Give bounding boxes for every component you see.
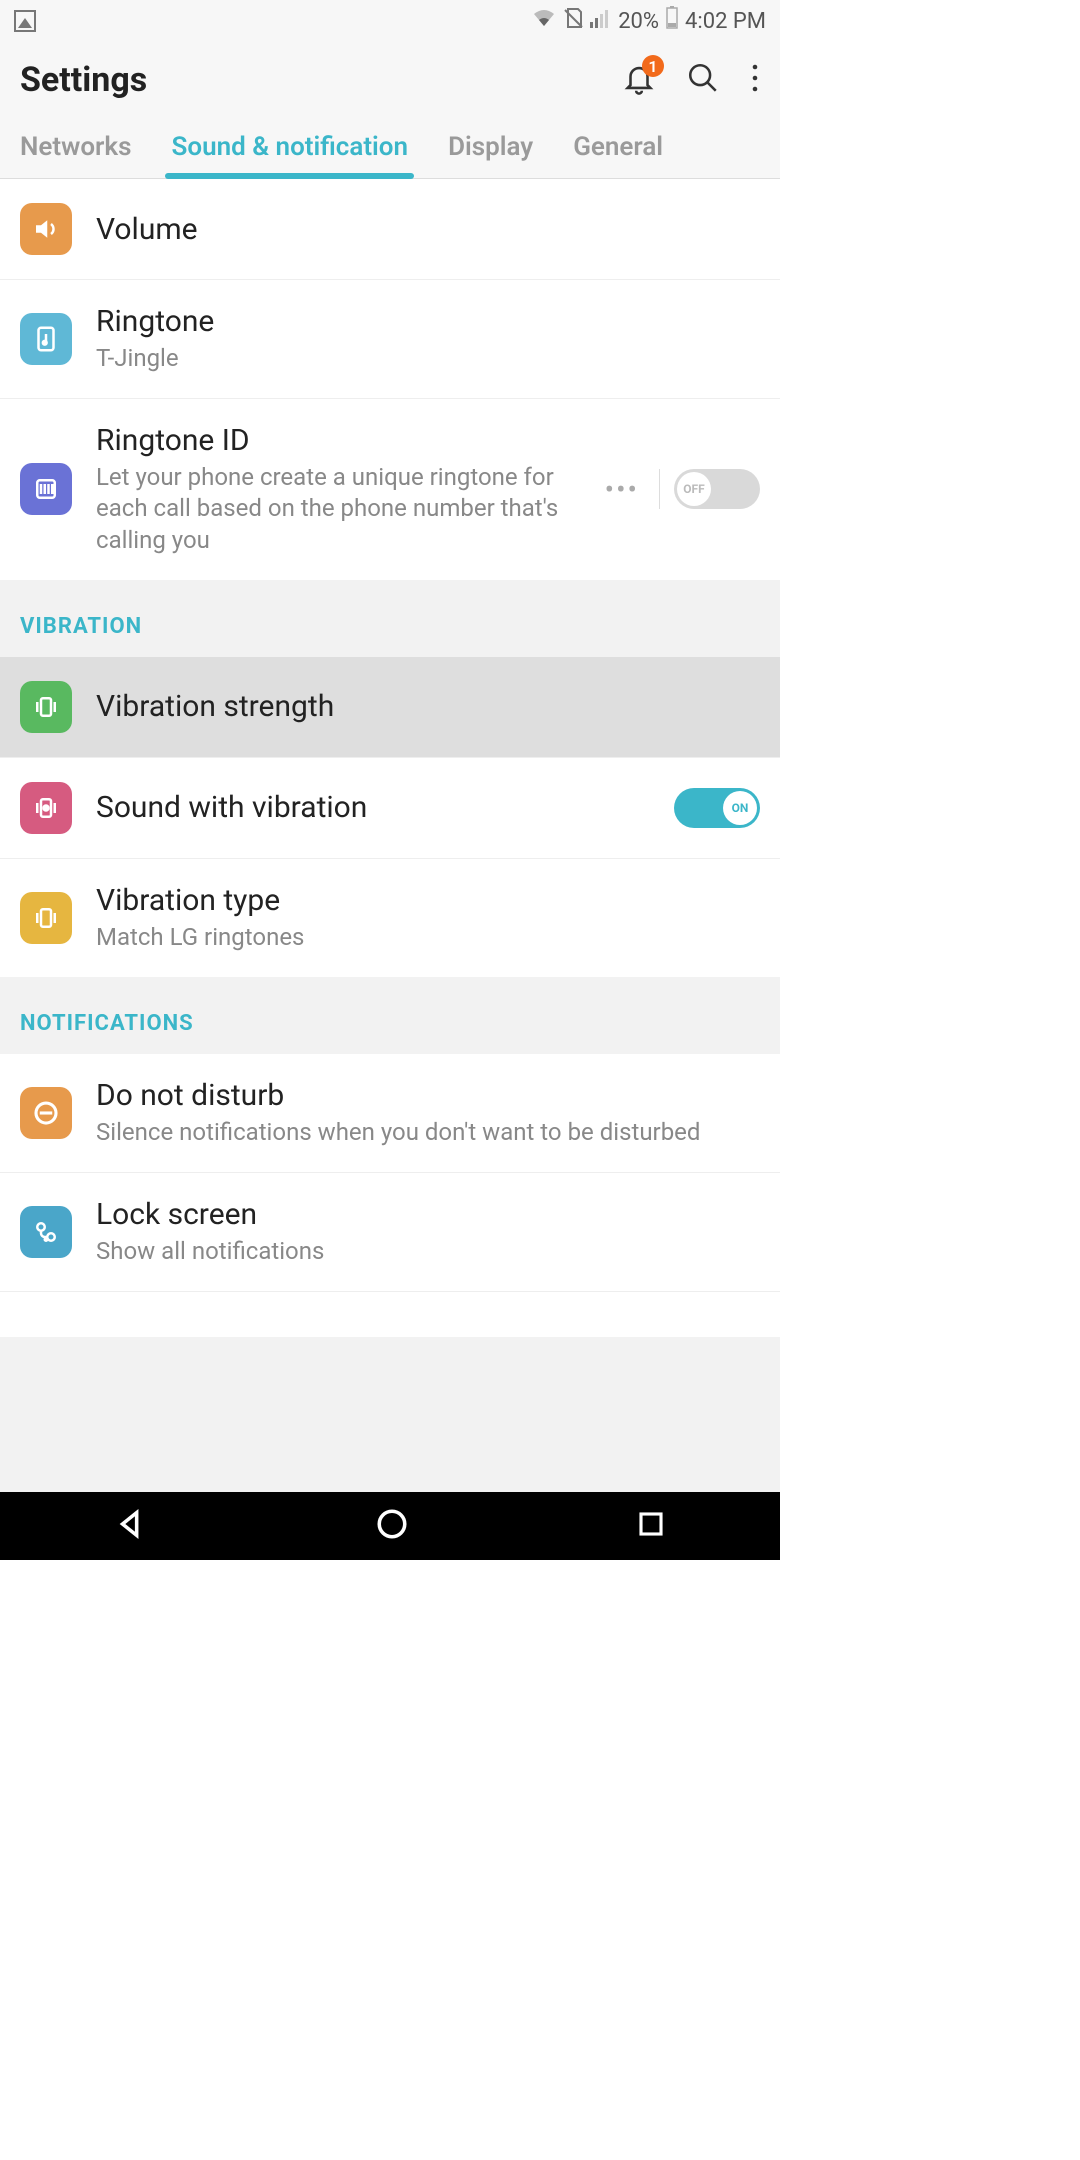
toggle-label: ON: [723, 791, 757, 825]
row-title: Lock screen: [96, 1197, 760, 1232]
signal-icon: [590, 8, 612, 34]
row-sound-with-vibration[interactable]: Sound with vibration ON: [0, 757, 780, 858]
row-title: Ringtone: [96, 304, 760, 339]
page-title: Settings: [20, 60, 147, 100]
battery-percent: 20%: [618, 9, 659, 34]
lock-screen-icon: [20, 1206, 72, 1258]
nav-recent-button[interactable]: [636, 1509, 666, 1543]
app-bar: Settings 1: [0, 42, 780, 108]
tab-general[interactable]: General: [553, 122, 683, 178]
do-not-disturb-icon: [20, 1087, 72, 1139]
settings-list[interactable]: Volume Ringtone T-Jingle Ringtone ID: [0, 179, 780, 1492]
tab-networks[interactable]: Networks: [0, 122, 151, 178]
battery-icon: [665, 6, 679, 36]
tabs: Networks Sound & notification Display Ge…: [0, 108, 780, 179]
clock: 4:02 PM: [685, 9, 766, 34]
tab-display[interactable]: Display: [428, 122, 553, 178]
row-apps[interactable]: Apps: [0, 1291, 780, 1337]
row-subtitle: T-Jingle: [96, 343, 760, 374]
row-title: Vibration type: [96, 883, 760, 918]
row-ringtone[interactable]: Ringtone T-Jingle: [0, 279, 780, 398]
tab-sound-notification[interactable]: Sound & notification: [151, 122, 428, 178]
row-title: Vibration strength: [96, 689, 760, 724]
row-vibration-strength[interactable]: Vibration strength: [0, 657, 780, 757]
section-header-vibration: Vibration: [0, 580, 780, 657]
volume-icon: [20, 203, 72, 255]
vibration-type-icon: [20, 892, 72, 944]
ringtone-id-toggle[interactable]: OFF: [674, 469, 760, 509]
nav-back-button[interactable]: [114, 1507, 148, 1545]
wifi-icon: [532, 8, 556, 34]
row-vibration-type[interactable]: Vibration type Match LG ringtones: [0, 858, 780, 977]
sound-with-vibration-toggle[interactable]: ON: [674, 788, 760, 828]
ringtone-icon: [20, 313, 72, 365]
row-do-not-disturb[interactable]: Do not disturb Silence notifications whe…: [0, 1054, 780, 1172]
search-button[interactable]: [686, 61, 720, 99]
row-subtitle: Silence notifications when you don't wan…: [96, 1117, 760, 1148]
notifications-button[interactable]: 1: [622, 61, 656, 99]
screen: 20% 4:02 PM Settings 1 Networks Sound & …: [0, 0, 780, 1560]
row-volume[interactable]: Volume: [0, 179, 780, 279]
row-title: Volume: [96, 212, 760, 247]
row-subtitle: Show all notifications: [96, 1236, 760, 1267]
ringtone-id-icon: [20, 463, 72, 515]
section-header-notifications: Notifications: [0, 977, 780, 1054]
no-sim-icon: [562, 7, 584, 35]
row-title: Do not disturb: [96, 1078, 760, 1113]
row-lock-screen[interactable]: Lock screen Show all notifications: [0, 1172, 780, 1291]
row-title: Ringtone ID: [96, 423, 599, 458]
toggle-label: OFF: [677, 472, 711, 506]
row-subtitle: Let your phone create a unique ringtone …: [96, 462, 599, 556]
nav-bar: [0, 1492, 780, 1560]
picture-icon: [14, 10, 36, 32]
overflow-menu-button[interactable]: [750, 61, 760, 99]
status-bar: 20% 4:02 PM: [0, 0, 780, 42]
row-subtitle: Match LG ringtones: [96, 922, 760, 953]
notifications-badge: 1: [642, 55, 664, 77]
divider: [659, 469, 660, 509]
vibration-strength-icon: [20, 681, 72, 733]
nav-home-button[interactable]: [375, 1507, 409, 1545]
sound-with-vibration-icon: [20, 782, 72, 834]
row-title: Sound with vibration: [96, 790, 674, 825]
more-icon[interactable]: •••: [599, 473, 645, 506]
row-ringtone-id[interactable]: Ringtone ID Let your phone create a uniq…: [0, 398, 780, 580]
